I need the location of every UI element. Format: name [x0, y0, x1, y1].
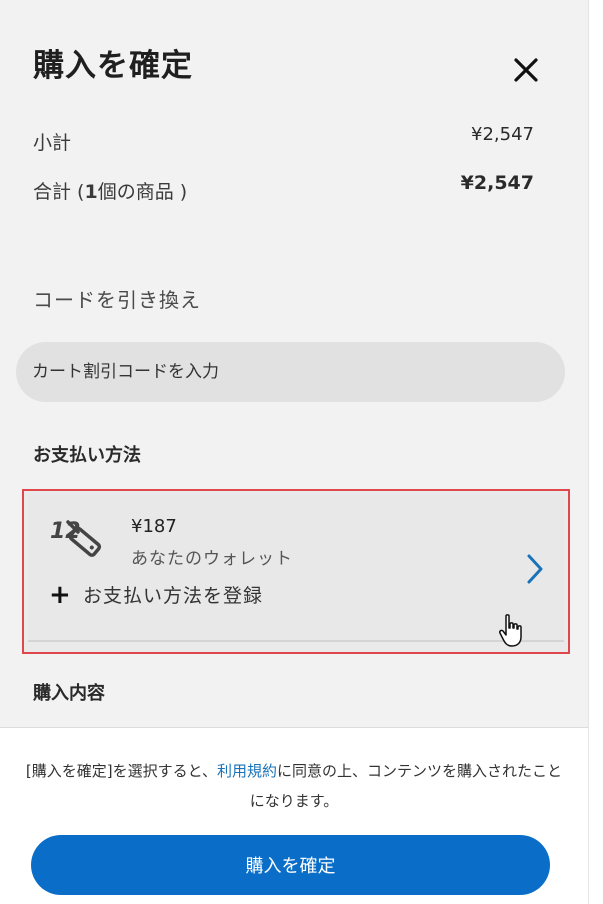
- close-button[interactable]: [508, 52, 544, 88]
- purchase-confirm-panel: 購入を確定 小計 ¥2,547 合計 (1個の商品 ) ¥2,547 コードを引…: [0, 0, 588, 904]
- subtotal-label: 小計: [33, 132, 72, 154]
- payment-method-heading: お支払い方法: [33, 445, 141, 466]
- total-label-prefix: 合計 (: [33, 181, 85, 203]
- add-payment-method-link[interactable]: お支払い方法を登録: [83, 581, 263, 608]
- page-title: 購入を確定: [33, 48, 193, 84]
- discount-code-input[interactable]: [16, 342, 565, 402]
- redeem-code-heading: コードを引き換え: [33, 288, 201, 312]
- wallet-label: あなたのウォレット: [131, 549, 293, 569]
- scrollbar[interactable]: [588, 0, 603, 904]
- hand-pointer-cursor-icon: [499, 614, 522, 647]
- terms-suffix: に同意の上、コンテンツを購入されたことになります。: [249, 762, 563, 810]
- total-value: ¥2,547: [460, 172, 534, 194]
- wallet-balance: ¥187: [131, 516, 177, 537]
- terms-prefix: [購入を確定]を選択すると、: [25, 762, 218, 780]
- total-label: 合計 (1個の商品 ): [33, 177, 187, 204]
- purchase-contents-heading: 購入内容: [33, 683, 105, 704]
- terms-notice: [購入を確定]を選択すると、利用規約に同意の上、コンテンツを購入されたことになり…: [24, 756, 564, 816]
- total-label-suffix: 個の商品 ): [97, 181, 188, 203]
- item-count: 1: [84, 181, 98, 203]
- payment-method-inner[interactable]: 12 ¥187 あなたのウォレット + お支払い方法を登録: [28, 494, 564, 642]
- terms-of-use-link[interactable]: 利用規約: [217, 762, 277, 780]
- chevron-right-icon[interactable]: [523, 552, 547, 586]
- confirm-purchase-button[interactable]: 購入を確定: [31, 835, 550, 895]
- payment-method-card[interactable]: 12 ¥187 あなたのウォレット + お支払い方法を登録: [22, 489, 570, 654]
- gift-tag-icon: 12: [50, 519, 102, 557]
- plus-icon: +: [49, 580, 71, 610]
- close-icon: [514, 58, 538, 82]
- subtotal-value: ¥2,547: [471, 124, 534, 145]
- footer: [購入を確定]を選択すると、利用規約に同意の上、コンテンツを購入されたことになり…: [0, 727, 588, 904]
